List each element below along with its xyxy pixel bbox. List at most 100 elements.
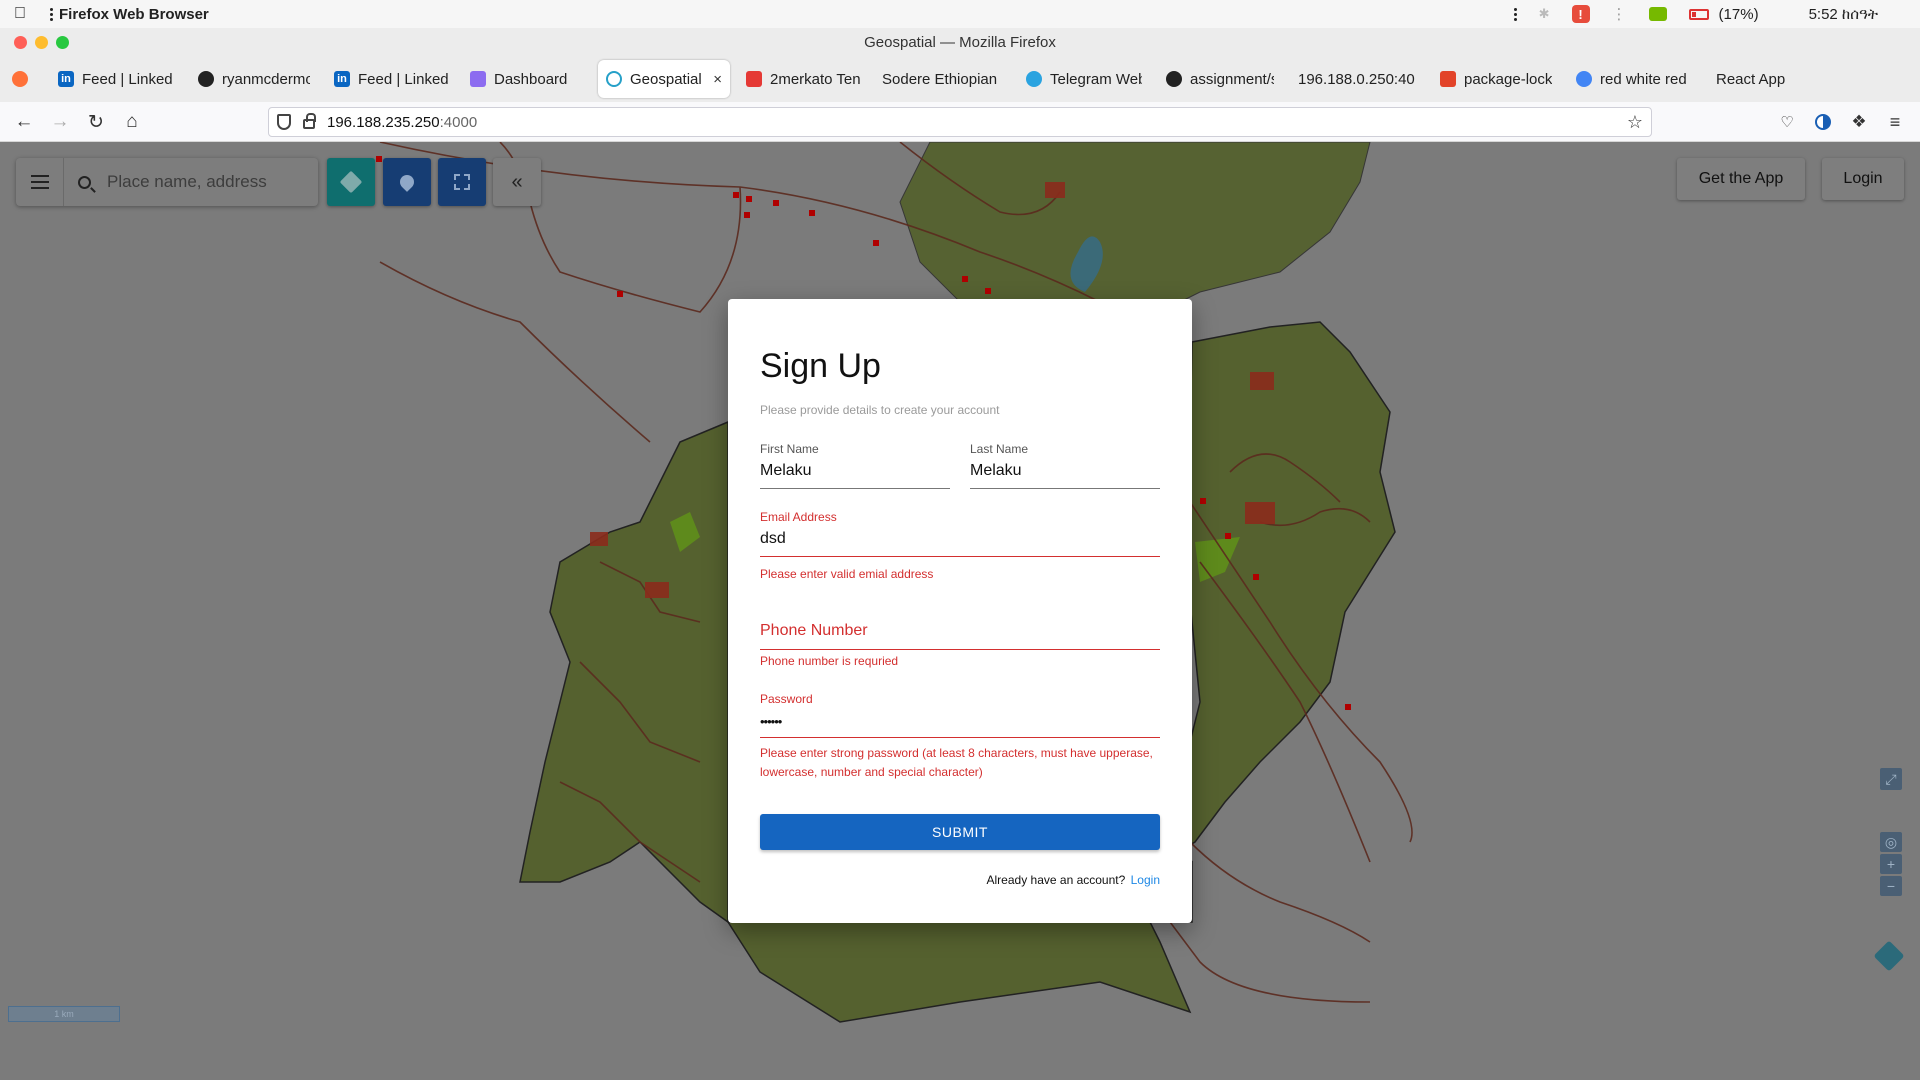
battery-icon[interactable] bbox=[1688, 8, 1709, 20]
tab-10[interactable]: 196.188.0.250:40 bbox=[1290, 60, 1424, 98]
bluetooth-icon[interactable]: ✱ bbox=[1539, 6, 1550, 22]
os-top-bar:  Firefox Web Browser ✱ ! ⋮ (17%) 5:52 ከ… bbox=[0, 0, 1920, 28]
last-name-label: Last Name bbox=[970, 442, 1029, 456]
map-scale-bar: 1 km bbox=[8, 1006, 120, 1022]
google-icon bbox=[1576, 71, 1592, 87]
tab-label: Geospatial bbox=[630, 70, 702, 88]
url-bar[interactable]: 196.188.235.250:4000 ☆ bbox=[268, 107, 1652, 137]
last-name-field: Last Name bbox=[970, 442, 1160, 489]
password-field: Password •••••• Please enter strong pass… bbox=[760, 692, 1160, 782]
maximize-window-button[interactable] bbox=[56, 36, 69, 49]
bookmark-star-icon[interactable]: ☆ bbox=[1627, 112, 1643, 133]
tab-9[interactable]: assignment/sc bbox=[1158, 60, 1282, 98]
app-menu-hamburger-icon[interactable]: ≡ bbox=[1883, 110, 1907, 134]
nvidia-icon[interactable] bbox=[1648, 7, 1667, 21]
expand-map-icon[interactable]: ⤢ bbox=[1880, 768, 1902, 790]
tab-strip: in Feed | LinkedI ryanmcdermo in Feed | Link… bbox=[0, 56, 1920, 147]
contrast-theme-icon[interactable] bbox=[1811, 110, 1835, 134]
tab-5[interactable]: Geospatial × bbox=[598, 60, 730, 98]
tracking-protection-shield-icon[interactable] bbox=[277, 114, 291, 130]
zoom-out-button[interactable]: − bbox=[1880, 876, 1902, 896]
zoom-in-button[interactable]: + bbox=[1880, 854, 1902, 874]
extensions-puzzle-icon[interactable]: ❖ bbox=[1847, 110, 1871, 134]
minimize-window-button[interactable] bbox=[35, 36, 48, 49]
tab-label: Telegram Web bbox=[1050, 70, 1142, 88]
active-app-menu[interactable]: Firefox Web Browser bbox=[50, 6, 209, 23]
firefox-icon bbox=[12, 71, 28, 87]
collapse-panel-button[interactable]: « bbox=[493, 158, 541, 206]
map-search-box bbox=[16, 158, 318, 206]
email-label: Email Address bbox=[760, 510, 837, 524]
last-name-input[interactable] bbox=[970, 462, 1160, 489]
password-label: Password bbox=[760, 692, 813, 706]
linkedin-icon: in bbox=[334, 71, 350, 87]
password-input[interactable]: •••••• bbox=[760, 712, 1160, 738]
back-button[interactable]: ← bbox=[12, 110, 36, 134]
url-host: 196.188.235.250 bbox=[327, 113, 440, 131]
first-name-input[interactable] bbox=[760, 462, 950, 489]
tab-label: package-lock.j bbox=[1464, 70, 1552, 88]
first-name-label: First Name bbox=[760, 442, 819, 456]
window-titlebar: Geospatial — Mozilla Firefox bbox=[0, 28, 1920, 56]
map-menu-hamburger-icon[interactable] bbox=[16, 158, 64, 206]
telegram-icon bbox=[1026, 71, 1042, 87]
tab-13[interactable]: React App bbox=[1708, 60, 1808, 98]
tray-menu-icon[interactable] bbox=[1513, 7, 1517, 21]
tray-dots-icon[interactable]: ⋮ bbox=[1612, 5, 1627, 23]
tab-label: 2merkato Ten bbox=[770, 70, 861, 88]
phone-number-label[interactable]: Phone Number bbox=[760, 622, 868, 640]
header-login-button[interactable]: Login bbox=[1822, 158, 1904, 200]
get-the-app-button[interactable]: Get the App bbox=[1677, 158, 1805, 200]
site-info-lock-icon[interactable] bbox=[303, 113, 316, 129]
login-link[interactable]: Login bbox=[1131, 873, 1160, 887]
close-tab-icon[interactable]: × bbox=[713, 71, 722, 88]
search-icon bbox=[78, 175, 91, 189]
github-icon bbox=[198, 71, 214, 87]
phone-number-input[interactable] bbox=[760, 649, 1160, 650]
linkedin-icon: in bbox=[58, 71, 74, 87]
tab-label: 196.188.0.250:40 bbox=[1298, 70, 1415, 88]
location-pin-icon bbox=[397, 172, 417, 192]
apple-menu-icon[interactable]:  bbox=[14, 5, 26, 23]
tab-label: Dashboard bbox=[494, 70, 568, 88]
warning-icon[interactable]: ! bbox=[1571, 5, 1590, 23]
first-name-field: First Name bbox=[760, 442, 950, 489]
directions-icon bbox=[339, 170, 363, 194]
email-field: Email Address Please enter valid emial a… bbox=[760, 510, 1160, 584]
navigation-toolbar: ← → ↻ ⌂ 196.188.235.250:4000 ☆ ♡ ❖ ≡ bbox=[0, 102, 1920, 142]
close-window-button[interactable] bbox=[14, 36, 27, 49]
home-button[interactable]: ⌂ bbox=[120, 110, 144, 134]
tab-8[interactable]: Telegram Web bbox=[1018, 60, 1150, 98]
tab-label: Feed | LinkedI bbox=[82, 70, 172, 88]
locate-me-icon[interactable]: ◎ bbox=[1880, 832, 1902, 852]
tab-11[interactable]: package-lock.j bbox=[1432, 60, 1560, 98]
tab-2[interactable]: ryanmcdermo bbox=[190, 60, 318, 98]
fullscreen-button[interactable] bbox=[438, 158, 486, 206]
gitlab-icon bbox=[1440, 71, 1456, 87]
firefox-view-button[interactable] bbox=[8, 60, 34, 98]
pocket-icon[interactable]: ♡ bbox=[1775, 110, 1799, 134]
tab-3[interactable]: in Feed | LinkedI bbox=[326, 60, 456, 98]
tab-label: Sodere Ethiopian bbox=[882, 70, 998, 88]
reload-button[interactable]: ↻ bbox=[84, 110, 108, 134]
directions-button[interactable] bbox=[327, 158, 375, 206]
tab-1[interactable]: in Feed | LinkedI bbox=[50, 60, 180, 98]
email-input[interactable] bbox=[760, 530, 1160, 557]
tab-4[interactable]: Dashboard bbox=[462, 60, 590, 98]
login-prompt-text: Already have an account? bbox=[986, 873, 1126, 887]
tab-7[interactable]: Sodere Ethiopian bbox=[874, 60, 1014, 98]
tab-label: React App bbox=[1716, 70, 1786, 88]
submit-button[interactable]: SUBMIT bbox=[760, 814, 1160, 850]
clock[interactable]: 5:52 ከሰዓት bbox=[1809, 6, 1878, 23]
github-icon bbox=[1166, 71, 1182, 87]
place-search-input[interactable] bbox=[107, 172, 307, 192]
tab-6[interactable]: 2merkato Ten bbox=[738, 60, 870, 98]
location-pin-button[interactable] bbox=[383, 158, 431, 206]
password-error: Please enter strong password (at least 8… bbox=[760, 746, 1153, 779]
2merkato-icon bbox=[746, 71, 762, 87]
forward-button[interactable]: → bbox=[48, 110, 72, 134]
dialog-title: Sign Up bbox=[760, 347, 881, 385]
dialog-subtitle: Please provide details to create your ac… bbox=[760, 403, 1000, 417]
tab-12[interactable]: red white red bbox=[1568, 60, 1700, 98]
app-name: Firefox Web Browser bbox=[47, 5, 209, 23]
